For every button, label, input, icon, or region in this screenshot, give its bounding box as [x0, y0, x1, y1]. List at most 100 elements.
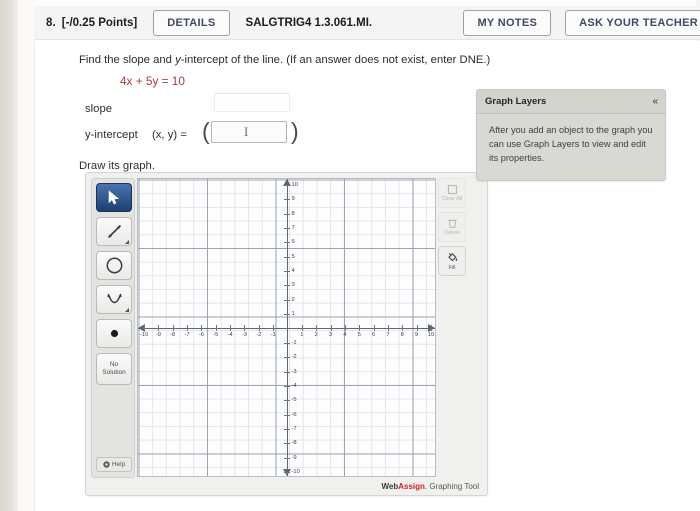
equation-display: 4x + 5y = 10 [120, 74, 185, 88]
line-icon [107, 224, 121, 239]
graph-canvas[interactable]: -10 -9 -8 -7 -6 -5 -4 -3 -2 -1 1 2 3 4 5 6 7 8 9 10 10 9 8 7 6 5… [137, 178, 436, 477]
y-tick-label: -1 [291, 339, 297, 346]
y-tick-mark [284, 299, 290, 301]
x-tick-mark [244, 325, 246, 331]
question-header-bar: 8. [-/0.25 Points] DETAILS SALGTRIG4 1.3… [34, 6, 700, 40]
right-paren: ) [291, 118, 299, 144]
y-tick-label: 5 [291, 253, 295, 260]
x-tick-label: 2 [314, 331, 318, 338]
details-button[interactable]: DETAILS [153, 9, 230, 36]
collapse-chevron-icon[interactable]: « [652, 96, 657, 107]
help-icon [103, 461, 110, 468]
y-tick-label: -10 [291, 469, 300, 475]
xy-pair-label: (x, y) = [152, 129, 187, 141]
y-tick-label: 6 [291, 239, 295, 246]
y-tick-mark [284, 199, 290, 201]
y-tick-label: 2 [291, 296, 295, 303]
y-tick-mark [284, 242, 290, 244]
question-code: SALGTRIG4 1.3.061.MI. [245, 16, 373, 29]
question-prompt: Find the slope and y-intercept of the li… [79, 54, 490, 66]
ask-your-teacher-button[interactable]: ASK YOUR TEACHER [565, 9, 700, 36]
y-tick-label: -4 [291, 382, 297, 389]
pointer-tool[interactable] [96, 183, 132, 212]
brand-suffix: . Graphing Tool [424, 482, 479, 491]
x-tick-mark [215, 325, 217, 331]
y-tick-mark [284, 185, 290, 186]
x-tick-mark [373, 325, 375, 331]
x-tick-label: -10 [139, 331, 149, 338]
y-tick-mark [284, 357, 290, 359]
x-tick-mark [201, 325, 203, 331]
header-actions: MY NOTES ASK YOUR TEACHER [449, 9, 700, 36]
line-tool[interactable] [96, 217, 132, 246]
prompt-text-1: Find the slope and [79, 54, 176, 66]
y-tick-mark [284, 271, 290, 273]
graph-layers-description: After you add an object to the graph you… [489, 125, 653, 163]
x-tick-label: 4 [343, 331, 347, 338]
x-tick-mark [230, 325, 232, 331]
x-tick-mark [158, 325, 160, 331]
x-tick-label: 5 [357, 331, 361, 338]
no-solution-tool[interactable]: No Solution [96, 353, 132, 385]
point-tool[interactable] [96, 319, 132, 348]
y-tick-label: 9 [291, 196, 295, 203]
x-tick-mark [387, 325, 389, 331]
slope-input[interactable] [214, 93, 290, 112]
text-cursor-icon: I [244, 124, 249, 139]
x-tick-mark [431, 325, 432, 331]
x-tick-mark [172, 325, 174, 331]
x-tick-mark [273, 325, 275, 331]
question-body: Find the slope and y-intercept of the li… [34, 41, 700, 511]
graphing-tool: No Solution Help -10 -9 -8 -7 -6 -5 -4 -… [85, 172, 488, 496]
fill-tool[interactable]: Fill [438, 246, 466, 276]
x-tick-label: 7 [386, 331, 390, 338]
clear-all-tool[interactable]: Clear All [438, 178, 466, 208]
my-notes-button[interactable]: MY NOTES [463, 9, 552, 36]
x-tick-label: 1 [300, 331, 304, 338]
y-tick-label: 8 [291, 210, 295, 217]
x-tick-mark [416, 325, 418, 331]
y-tick-label: 1 [291, 311, 295, 318]
parabola-icon [106, 293, 122, 304]
graph-layers-header: Graph Layers « [477, 90, 665, 114]
clear-all-icon [447, 184, 457, 195]
circle-tool[interactable] [96, 251, 132, 280]
y-tick-label: -8 [291, 440, 297, 447]
pointer-icon [108, 190, 119, 205]
slope-label: slope [85, 103, 113, 115]
help-button[interactable]: Help [96, 457, 132, 472]
y-tick-mark [284, 228, 290, 230]
y-tick-mark [284, 472, 290, 473]
y-tick-label: 3 [291, 282, 295, 289]
graph-layers-panel: Graph Layers « After you add an object t… [476, 89, 666, 181]
no-solution-label-line1: No [109, 361, 119, 368]
parabola-tool[interactable] [96, 285, 132, 314]
y-tick-mark [284, 213, 290, 215]
points-badge: [-/0.25 Points] [61, 16, 138, 29]
y-tick-mark [284, 314, 290, 316]
y-tick-label: 10 [291, 182, 298, 188]
x-tick-label: -7 [184, 331, 190, 338]
left-paren: ( [202, 118, 210, 144]
y-tick-mark [284, 457, 290, 459]
x-tick-mark [402, 325, 404, 331]
webassign-branding: WebAssign. Graphing Tool [381, 482, 479, 491]
page-left-gutter [18, 0, 34, 511]
x-tick-label: 10 [427, 331, 435, 338]
no-solution-label-line2: Solution [102, 369, 126, 376]
trash-icon [447, 219, 457, 229]
x-tick-label: 9 [415, 331, 419, 338]
prompt-text-2: -intercept of the line. (If an answer do… [180, 54, 491, 66]
x-tick-mark [301, 325, 303, 331]
x-tick-label: 6 [371, 331, 376, 338]
graph-layers-title: Graph Layers [485, 96, 547, 107]
delete-tool[interactable]: Delete [438, 212, 466, 242]
clear-all-label: Clear All [441, 196, 463, 202]
x-tick-mark [316, 325, 318, 331]
delete-label: Delete [444, 230, 460, 236]
graph-right-toolbar: Clear All Delete Fill [438, 178, 468, 478]
y-tick-mark [284, 342, 290, 344]
x-tick-label: 8 [400, 331, 404, 338]
y-tick-mark [284, 443, 290, 445]
x-tick-label: -8 [170, 331, 176, 338]
